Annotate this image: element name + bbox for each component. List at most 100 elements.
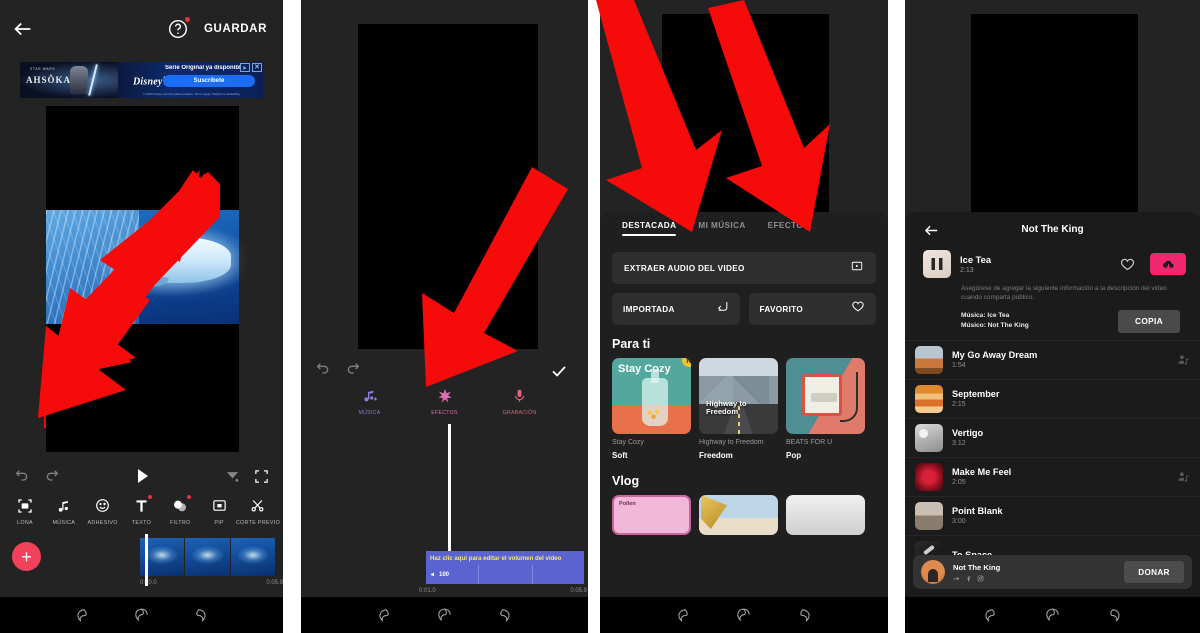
timeline-playhead[interactable]	[145, 534, 148, 586]
tool-filtro[interactable]: FILTRO	[161, 495, 199, 526]
panel-audio-tools: MÚSICA EFECTOS GRABACIÓN Haz clic aquí p…	[301, 0, 588, 633]
nav-recents-icon[interactable]	[1107, 607, 1124, 624]
tool-adhesivo[interactable]: ADHESIVO	[84, 496, 122, 526]
music-card[interactable]: BEATS FOR U Pop	[786, 358, 865, 460]
nav-recents-icon[interactable]	[497, 607, 514, 624]
ratio-icon[interactable]	[225, 469, 240, 483]
video-preview[interactable]	[971, 14, 1138, 219]
nav-back-icon[interactable]	[981, 607, 998, 624]
vlog-card[interactable]	[699, 495, 778, 535]
redo-icon[interactable]	[44, 468, 60, 484]
audio-tool-grabacion[interactable]: GRABACIÓN	[497, 386, 543, 416]
video-preview[interactable]	[358, 24, 538, 349]
play-icon[interactable]	[450, 362, 461, 376]
nav-recents-icon[interactable]	[797, 607, 814, 624]
nav-home-icon[interactable]	[133, 607, 150, 624]
card-artwork	[786, 358, 865, 434]
video-preview[interactable]	[662, 14, 829, 219]
save-button[interactable]: GUARDAR	[204, 23, 267, 35]
nav-recents-icon[interactable]	[193, 607, 210, 624]
tab-efectos[interactable]: EFECTOS	[768, 221, 809, 236]
pause-icon[interactable]	[931, 258, 943, 270]
nav-home-icon[interactable]	[1044, 607, 1061, 624]
add-media-button[interactable]: +	[12, 542, 41, 571]
track-meta: Point Blank 3:00	[952, 506, 1190, 525]
vlog-card[interactable]	[786, 495, 865, 535]
vlog-card[interactable]: Pollen	[612, 495, 691, 535]
instagram-icon[interactable]	[977, 575, 984, 582]
extract-audio-button[interactable]: EXTRAER AUDIO DEL VIDEO	[612, 252, 876, 284]
timeline-timecodes: 0:00.0 0:05.9	[140, 580, 283, 586]
tool-pip[interactable]: PIP	[200, 496, 238, 526]
track-row[interactable]: Vertigo 3:12	[905, 417, 1200, 457]
back-icon[interactable]	[923, 222, 940, 237]
expand-icon[interactable]	[254, 469, 269, 484]
ad-banner-disney[interactable]: STAR WARS AHSÔKA Disney+ Serie Original …	[20, 62, 263, 98]
undo-icon[interactable]	[14, 468, 30, 484]
close-icon[interactable]: ✕	[252, 63, 262, 72]
timeline-clip[interactable]	[185, 538, 230, 576]
video-frame	[358, 24, 538, 132]
track-row[interactable]: My Go Away Dream 1:54	[905, 339, 1200, 379]
soundcloud-icon[interactable]	[953, 575, 960, 582]
track-duration: 2:13	[960, 267, 974, 274]
imported-button[interactable]: IMPORTADA	[612, 293, 740, 325]
undo-icon[interactable]	[315, 361, 331, 377]
track-row[interactable]: Point Blank 3:00	[905, 495, 1200, 535]
video-volume-clip[interactable]: 100	[426, 565, 584, 584]
facebook-icon[interactable]	[965, 575, 972, 582]
copy-button[interactable]: COPIA	[1118, 309, 1180, 333]
badge-dot	[187, 495, 192, 499]
timeline-clip[interactable]	[230, 538, 275, 576]
track-name: Make Me Feel	[952, 467, 1012, 478]
track-row[interactable]: September 2:15	[905, 378, 1200, 418]
video-preview[interactable]	[46, 106, 239, 452]
ad-choices-icon[interactable]	[240, 63, 250, 72]
timeline-timecodes: 0:01.0 0:05.9	[419, 588, 587, 594]
card-genre: Freedom	[699, 451, 733, 460]
audio-tool-musica[interactable]: MÚSICA	[347, 386, 393, 416]
check-icon[interactable]	[550, 362, 568, 377]
music-card[interactable]: Highway to Freedom Highway to Freedom Fr…	[699, 358, 778, 460]
sticker-smiley-icon	[95, 496, 110, 515]
artwork-title: Highway to Freedom	[706, 399, 747, 417]
donate-button[interactable]: DONAR	[1124, 561, 1184, 583]
panel-music-browser: DESTACADA MI MÚSICA EFECTOS EXTRAER AUDI…	[600, 0, 888, 633]
track-row[interactable]: Make Me Feel 2:05	[905, 456, 1200, 496]
back-icon[interactable]	[12, 18, 34, 40]
video-frame	[662, 14, 829, 108]
tab-mi-musica[interactable]: MI MÚSICA	[698, 221, 745, 236]
tool-musica[interactable]: MÚSICA	[45, 496, 83, 526]
music-card[interactable]: N Stay Cozy Stay Cozy Soft	[612, 358, 691, 460]
tool-texto[interactable]: TEXTO	[122, 495, 160, 526]
volume-value: 100	[439, 571, 450, 578]
play-icon[interactable]	[137, 469, 148, 483]
ad-cta-button[interactable]: Suscríbete	[163, 75, 255, 87]
download-button[interactable]	[1150, 253, 1186, 275]
nav-back-icon[interactable]	[73, 607, 90, 624]
card-artwork: N Stay Cozy	[612, 358, 691, 434]
favorite-button[interactable]: FAVORITO	[748, 293, 876, 325]
help-circle-icon[interactable]	[168, 17, 191, 39]
nav-home-icon[interactable]	[735, 607, 752, 624]
tab-destacada[interactable]: DESTACADA	[622, 221, 677, 236]
ad-headline: Serie Original ya disponible	[165, 65, 241, 71]
now-playing-row[interactable]: Ice Tea 2:13	[915, 246, 1190, 284]
nav-back-icon[interactable]	[674, 607, 691, 624]
section-title-para-ti: Para ti	[612, 337, 651, 351]
nav-home-icon[interactable]	[436, 607, 453, 624]
heart-icon[interactable]	[1120, 257, 1135, 271]
clip-divider	[478, 565, 479, 584]
tool-corte-previo[interactable]: CORTE PREVIO	[236, 496, 280, 526]
vlog-card-row: Pollen	[612, 495, 888, 535]
artist-music-icon[interactable]	[1177, 471, 1190, 482]
timeline-track[interactable]	[140, 538, 276, 576]
artist-music-icon[interactable]	[1177, 354, 1190, 365]
tool-lona[interactable]: LONA	[6, 496, 44, 526]
track-name: Ice Tea	[960, 254, 992, 265]
sparkle-icon	[437, 386, 453, 405]
redo-icon[interactable]	[345, 361, 361, 377]
nav-back-icon[interactable]	[375, 607, 392, 624]
audio-tool-efectos[interactable]: EFECTOS	[422, 386, 468, 416]
cassette-shape	[802, 374, 842, 416]
